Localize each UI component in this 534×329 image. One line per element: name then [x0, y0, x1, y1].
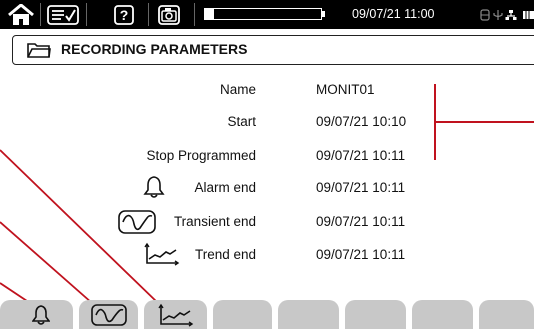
trend-icon	[158, 303, 194, 327]
tab-empty-4[interactable]	[213, 300, 272, 329]
tab-trend[interactable]	[144, 300, 207, 329]
tab-empty-6[interactable]	[345, 300, 406, 329]
tab-alarm[interactable]	[0, 300, 73, 329]
tab-empty-5[interactable]	[278, 300, 339, 329]
tab-empty-8[interactable]	[479, 300, 534, 329]
transient-icon	[91, 304, 127, 326]
tab-transient[interactable]	[79, 300, 138, 329]
bell-icon	[32, 305, 50, 325]
tab-empty-7[interactable]	[412, 300, 473, 329]
annotation-lines	[0, 84, 534, 304]
